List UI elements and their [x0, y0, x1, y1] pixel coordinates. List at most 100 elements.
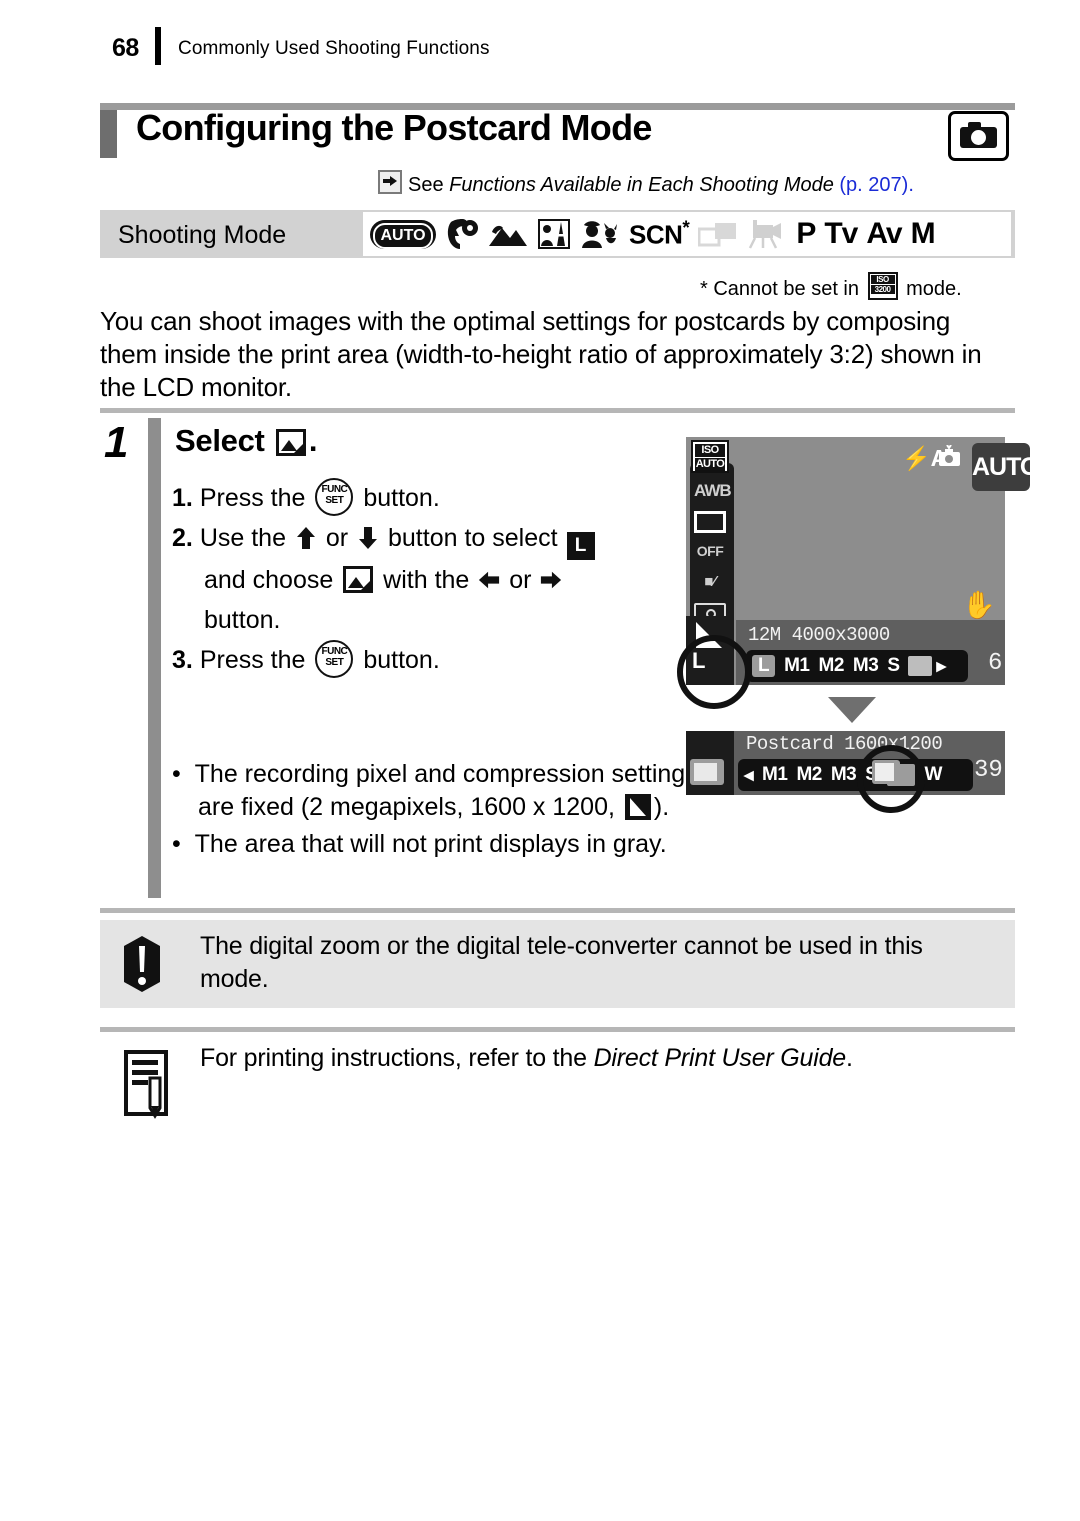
flow-arrow-down-icon [828, 697, 876, 723]
down-arrow-icon [359, 527, 378, 549]
auto-mode-icon: AUTO [370, 219, 436, 249]
up-arrow-icon [296, 527, 315, 549]
lcd-screen-after: Postcard 1600x1200 ◂ M1 M2 M3 S W 39 [686, 731, 1005, 795]
postcard-icon [343, 566, 374, 593]
substep-3: 3. Press the FUNC SET button. [172, 640, 672, 680]
reference-page-link[interactable]: (p. 207). [834, 174, 914, 196]
aperture-priority-mode-icon: Av [866, 217, 902, 250]
substep-2: 2. Use the or button to select L and cho… [172, 518, 672, 640]
resolution-label: 12M 4000x3000 [748, 624, 890, 646]
reference-see-label: See [408, 174, 450, 196]
set-label: SET [325, 657, 344, 668]
highlight-postcard-icon [872, 760, 900, 784]
landscape-mode-icon [489, 225, 527, 246]
iso-label: ISO [695, 444, 725, 457]
iso-value: 3200 [870, 285, 895, 294]
chapter-title: Commonly Used Shooting Functions [178, 38, 490, 59]
size-option-m2[interactable]: M2 [796, 764, 822, 786]
size-option-m3[interactable]: M3 [831, 764, 857, 786]
step-accent-tab [148, 418, 161, 898]
shooting-mode-label: Shooting Mode [118, 221, 287, 249]
header-divider [155, 27, 161, 65]
size-option-m1[interactable]: M1 [762, 764, 788, 786]
left-arrow-icon [479, 571, 500, 589]
auto-mode-label: AUTO [373, 222, 433, 249]
exposure-compensation-icon: ■⁄ [704, 573, 716, 590]
substep-2-b: or [318, 524, 356, 552]
func-set-button-icon: FUNC SET [315, 478, 354, 516]
substep-2-f: or [502, 566, 539, 594]
stitch-assist-mode-icon [698, 223, 737, 247]
scene-mode-icon: SCN* [629, 217, 690, 251]
right-arrow-icon [541, 571, 562, 589]
note-text-suffix: . [846, 1044, 853, 1072]
shots-remaining: 6 [988, 650, 1003, 677]
note-text: For printing instructions, refer to the … [200, 1042, 1010, 1075]
substep-2-line2: and choose with the or [172, 560, 672, 600]
size-option-row[interactable]: ◂ M1 M2 M3 S W [738, 759, 973, 791]
size-option-m1[interactable]: M1 [784, 655, 810, 677]
bullet-2-text: The area that will not print displays in… [194, 830, 667, 858]
highlight-l-label: L [692, 648, 706, 673]
scene-mode-asterisk: * [682, 217, 690, 239]
substep-2-line3: button. [204, 606, 281, 634]
page-title-block: Configuring the Postcard Mode [100, 103, 1015, 161]
iso-3200-icon: ISO 3200 [867, 272, 898, 300]
substep-2-c: button to select [381, 524, 565, 552]
list-item: • The area that will not print displays … [172, 830, 667, 858]
lcd-mode-badge: AUTO [972, 443, 1039, 491]
postcard-icon [275, 429, 306, 456]
lcd-left-strip [686, 731, 734, 795]
warning-text: The digital zoom or the digital tele-con… [200, 932, 923, 993]
highlight-circle-l [677, 635, 751, 709]
size-option-row[interactable]: L M1 M2 M3 S ▸ [746, 650, 968, 682]
size-option-w[interactable]: W [924, 764, 942, 786]
bullet-list: • The recording pixel and compression se… [172, 758, 702, 861]
size-option-m2[interactable]: M2 [819, 655, 845, 677]
substep-2-e: with the [376, 566, 477, 594]
step-top-rule [100, 408, 1015, 413]
iso-label: ISO [870, 275, 895, 284]
substep-1-prefix: Press the [199, 484, 313, 512]
shutter-priority-mode-icon: Tv [824, 217, 858, 250]
size-option-l[interactable]: L [752, 655, 776, 677]
intro-paragraph: You can shoot images with the optimal se… [100, 306, 982, 402]
size-option-s[interactable]: S [887, 655, 900, 677]
postcard-icon [690, 759, 724, 785]
bullet-1-text: The recording pixel and compression sett… [194, 760, 698, 821]
postcard-icon[interactable] [907, 656, 932, 676]
lcd-info-panel: 12M 4000x3000 L M1 M2 M3 S ▸ 6 [736, 620, 1005, 685]
shooting-mode-icon-list: AUTO SCN* P Tv Av M [363, 212, 1011, 256]
memo-pencil-icon [124, 1050, 168, 1119]
substep-1: 1. Press the FUNC SET button. [172, 478, 672, 518]
note-top-rule [100, 1027, 1015, 1032]
substep-1-number: 1. [172, 484, 193, 512]
substep-2-a: Use the [199, 524, 293, 552]
size-option-m3[interactable]: M3 [853, 655, 879, 677]
substep-list: 1. Press the FUNC SET button. 2. Use the … [172, 478, 672, 680]
program-mode-icon: P [796, 217, 816, 250]
func-label: FUNC [321, 646, 348, 657]
substep-3-number: 3. [172, 646, 193, 674]
large-size-icon: L [566, 532, 595, 560]
image-stabilizer-icon: ✋ [962, 590, 996, 620]
list-item: • The recording pixel and compression se… [172, 760, 698, 821]
chevron-left-icon[interactable]: ◂ [744, 764, 754, 787]
reference-italic-title: Functions Available in Each Shooting Mod… [449, 174, 834, 196]
shooting-mode-bar: Shooting Mode AUTO SCN* P Tv Av M [100, 210, 1015, 258]
camera-icon [948, 111, 1009, 161]
step-title-suffix: . [308, 423, 318, 458]
drive-mode-icon [694, 511, 726, 533]
iso-auto-label: AUTO [695, 458, 725, 471]
func-set-button-icon: FUNC SET [315, 640, 354, 678]
fine-compression-icon [624, 794, 651, 820]
red-eye-icon [939, 445, 960, 466]
footnote-prefix: * Cannot be set in [700, 278, 865, 300]
scene-mode-label: SCN [629, 219, 683, 250]
bullet-1-text-end: ). [653, 793, 670, 821]
exclamation-icon [124, 936, 160, 992]
chevron-right-icon[interactable]: ▸ [937, 655, 947, 678]
footnote-suffix: mode. [900, 278, 962, 300]
shots-remaining: 39 [974, 757, 1003, 784]
substep-2-d: and choose [204, 566, 341, 594]
